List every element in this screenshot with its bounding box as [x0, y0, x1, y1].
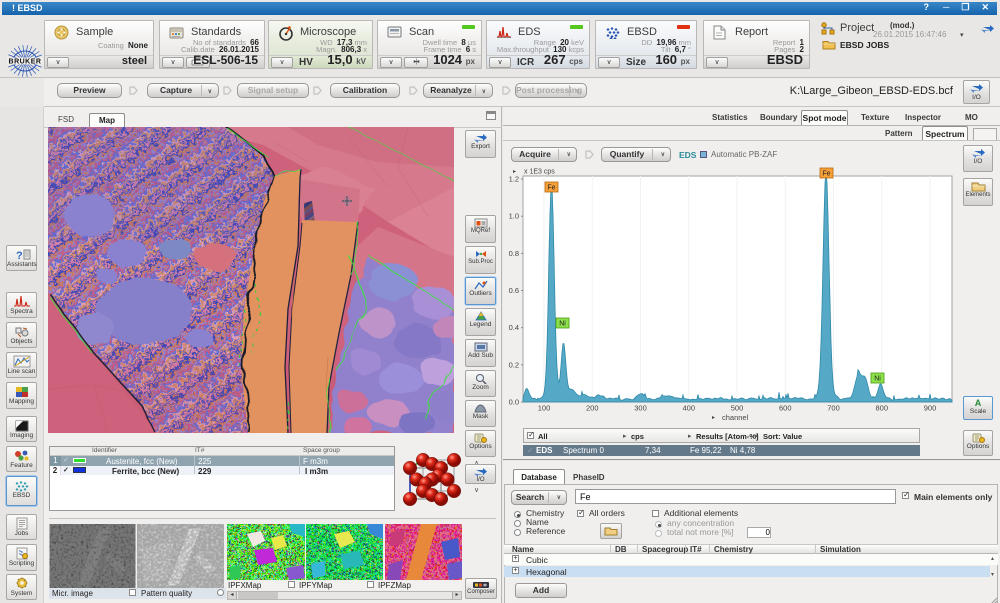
svg-text:?: ? [16, 250, 23, 261]
svg-text:0.0: 0.0 [509, 398, 519, 407]
svg-text:Fe: Fe [547, 185, 555, 192]
svg-text:400: 400 [682, 404, 695, 413]
svg-text:700: 700 [827, 404, 840, 413]
svg-text:channel: channel [722, 413, 749, 422]
svg-text:500: 500 [731, 404, 744, 413]
svg-text:BRUKER: BRUKER [9, 59, 42, 66]
svg-text:▸: ▸ [712, 415, 715, 421]
svg-text:300: 300 [634, 404, 647, 413]
svg-text:100: 100 [538, 404, 551, 413]
svg-text:600: 600 [779, 404, 792, 413]
svg-text:800: 800 [875, 404, 888, 413]
svg-text:▸: ▸ [513, 169, 516, 175]
svg-text:Fe: Fe [822, 171, 830, 178]
svg-text:x 1E3 cps: x 1E3 cps [524, 169, 555, 176]
svg-text:0.4: 0.4 [509, 323, 519, 332]
svg-text:Ni: Ni [874, 376, 881, 383]
svg-text:1.0: 1.0 [509, 212, 519, 221]
svg-text:0.2: 0.2 [509, 360, 519, 369]
svg-text:0.6: 0.6 [509, 286, 519, 295]
svg-text:Ni: Ni [559, 321, 566, 328]
svg-text:200: 200 [586, 404, 599, 413]
svg-text:0.8: 0.8 [509, 249, 519, 258]
svg-text:1.2: 1.2 [509, 175, 519, 184]
svg-text:900: 900 [924, 404, 937, 413]
